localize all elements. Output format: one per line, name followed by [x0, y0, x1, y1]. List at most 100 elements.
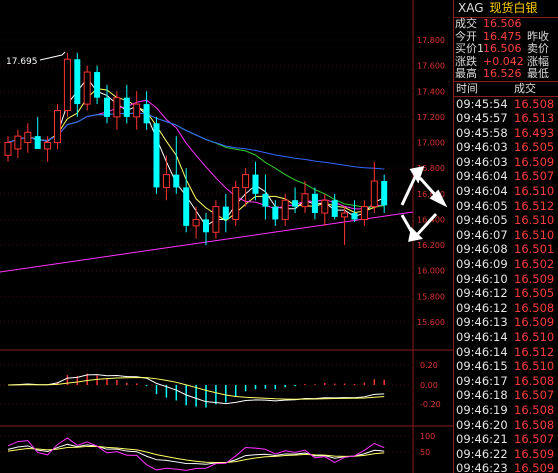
tick-price: 16.505 — [514, 140, 555, 155]
tick-price: 16.509 — [514, 154, 555, 169]
kdj-d-line — [7, 445, 385, 464]
tick-time: 09:45:58 — [456, 125, 508, 140]
candle-body-up — [83, 71, 91, 105]
tick-price: 16.508 — [514, 417, 555, 432]
macd-y-tick-label: -0.20 — [420, 400, 441, 409]
candle-body-up — [341, 212, 349, 218]
tick-time: 09:46:22 — [456, 446, 508, 461]
tick-row: 09:46:15 16.510 — [454, 359, 558, 374]
y-tick-label: 15.800 — [417, 292, 445, 301]
candle-body-down — [203, 219, 209, 233]
macd-y-tick-label: 0.20 — [420, 361, 438, 370]
tick-time: 09:46:05 — [456, 198, 508, 213]
candle-body-up — [113, 97, 121, 118]
quote-value: 16.526 — [483, 67, 522, 80]
kdj-j-line — [7, 437, 385, 471]
tick-time: 09:46:21 — [456, 432, 508, 447]
y-tick-label: 17.400 — [417, 87, 445, 96]
ticks-time-header: 时间 — [456, 81, 478, 95]
tick-time: 09:46:15 — [456, 359, 508, 374]
tick-price: 16.509 — [514, 446, 555, 461]
candle-body-down — [292, 200, 299, 207]
tick-time: 09:46:04 — [456, 169, 508, 184]
tick-row: 09:46:20 16.508 — [454, 418, 558, 433]
tick-price: 16.512 — [514, 198, 555, 213]
candle-body-down — [381, 181, 388, 206]
tick-time: 09:46:12 — [456, 286, 508, 301]
ma-line — [7, 112, 385, 170]
candle-body-up — [133, 103, 141, 118]
tick-price: 16.508 — [514, 96, 555, 111]
candle-body-down — [183, 187, 190, 226]
quote-panel: XAG 现货白银 成交 16.506 今开 16.475 昨收 买价1 16.506 卖价 涨跌 +… — [453, 0, 558, 473]
candle-body-down — [331, 200, 338, 217]
candle-body-down — [351, 213, 358, 220]
tick-price: 16.512 — [514, 344, 555, 359]
kline-chart-area[interactable]: 17.800 17.600 17.400 17.200 17.000 16.800 16.6… — [0, 0, 453, 473]
tick-time: 09:46:18 — [456, 388, 508, 403]
tick-time: 09:46:12 — [456, 300, 508, 315]
kline-chart-svg[interactable]: 17.80017.60017.40017.20017.00016.80016.6… — [0, 0, 453, 473]
tick-row: 09:46:14 16.510 — [454, 330, 558, 345]
y-tick-label: 16.000 — [417, 267, 445, 276]
quote-summary: 成交 16.506 今开 16.475 昨收 买价1 16.506 卖价 涨跌 +0.042 涨幅最… — [454, 17, 558, 81]
tick-price: 16.502 — [514, 257, 555, 272]
high-annotation-leader — [39, 51, 66, 61]
candle-body-down — [34, 136, 41, 149]
symbol-code: XAG — [458, 1, 484, 15]
tick-price: 16.507 — [514, 169, 555, 184]
tick-row: 09:46:19 16.508 — [454, 403, 558, 418]
y-tick-label: 15.600 — [417, 318, 445, 327]
ticks-list[interactable]: 09:45:54 16.508 09:45:57 16.513 09:45:58 16.4… — [454, 97, 558, 473]
quote-row: 最高 16.526 最低 — [454, 67, 558, 81]
candle-body-down — [94, 72, 101, 98]
candle-body-up — [162, 174, 170, 188]
candle-body-up — [370, 180, 378, 208]
tick-time: 09:46:14 — [456, 330, 508, 344]
candle-body-up — [360, 206, 368, 220]
candle-body-down — [74, 59, 81, 105]
quote-value: 16.506 — [483, 42, 522, 55]
tick-price: 16.509 — [514, 271, 555, 286]
tick-price: 16.510 — [514, 184, 555, 199]
tick-row: 09:46:13 16.509 — [454, 315, 558, 330]
candle-body-down — [143, 104, 150, 124]
tick-row: 09:46:04 16.507 — [454, 169, 558, 184]
tick-row: 09:45:57 16.513 — [454, 111, 558, 126]
quote-row: 买价1 16.506 卖价 — [454, 42, 558, 56]
tick-price: 16.510 — [514, 227, 555, 242]
tick-row: 09:46:22 16.509 — [454, 447, 558, 462]
candle-body-up — [192, 218, 200, 227]
tick-row: 09:46:12 16.508 — [454, 301, 558, 316]
tick-price: 16.493 — [514, 125, 555, 140]
tick-row: 09:45:58 16.493 — [454, 126, 558, 141]
tick-price: 16.509 — [514, 315, 555, 330]
tick-time: 09:46:17 — [456, 373, 508, 388]
y-tick-label: 17.800 — [417, 36, 445, 45]
tick-row: 09:46:08 16.501 — [454, 242, 558, 257]
tick-row: 09:46:03 16.509 — [454, 155, 558, 170]
quote-label-2: 最低 — [527, 67, 549, 80]
tick-price: 16.508 — [514, 373, 555, 388]
candle-body-down — [173, 174, 180, 188]
candle-body-up — [301, 193, 309, 208]
candle-body-down — [311, 193, 318, 214]
candle-body-down — [262, 193, 269, 207]
candle-body-up — [44, 142, 52, 150]
symbol-name: 现货白银 — [489, 1, 538, 15]
tick-time: 09:46:09 — [456, 257, 508, 272]
tick-time: 09:45:57 — [456, 111, 508, 126]
candle-body-up — [321, 199, 329, 214]
tick-row: 09:46:17 16.508 — [454, 374, 558, 389]
candle-body-up — [54, 110, 61, 144]
ma-line — [7, 112, 385, 208]
tick-time: 09:46:03 — [456, 140, 508, 155]
quote-header: XAG 现货白银 — [454, 0, 558, 18]
tick-row: 09:46:04 16.510 — [454, 184, 558, 199]
ticks-header: 时间 成交 — [454, 80, 558, 97]
tick-price: 16.510 — [514, 330, 555, 344]
quote-value: 16.506 — [483, 17, 522, 30]
tick-price: 16.509 — [514, 461, 555, 473]
candle-body-down — [272, 206, 279, 220]
tick-price: 16.507 — [514, 388, 555, 403]
